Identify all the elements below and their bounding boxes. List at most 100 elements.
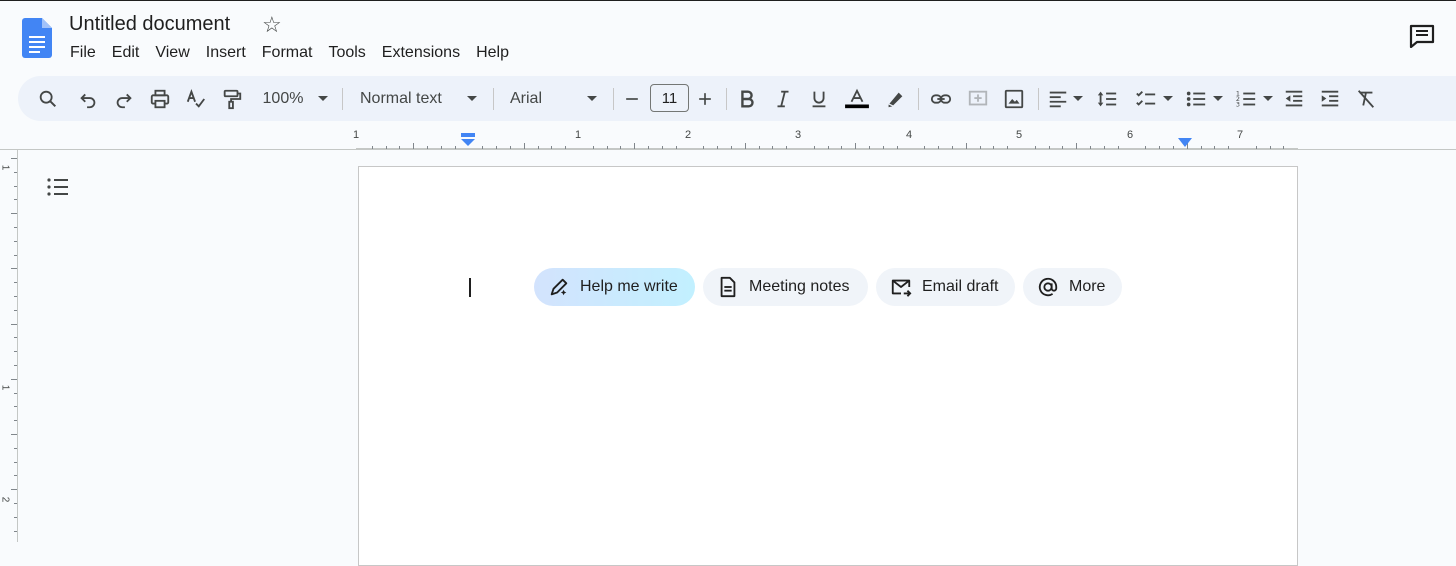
increase-font-size-icon[interactable] bbox=[695, 76, 715, 121]
left-indent-marker-icon[interactable] bbox=[461, 133, 475, 147]
toolbar-divider bbox=[918, 88, 919, 110]
vertical-ruler-label: 1 bbox=[0, 164, 11, 171]
vertical-ruler-tick bbox=[14, 185, 17, 187]
vertical-ruler-tick bbox=[11, 489, 17, 491]
window-top-border bbox=[0, 0, 1456, 1]
vertical-ruler-tick bbox=[14, 296, 17, 297]
bulleted-list-icon[interactable] bbox=[1184, 76, 1208, 121]
vertical-ruler-tick bbox=[14, 254, 17, 256]
vertical-ruler-tick bbox=[14, 461, 17, 463]
font-select[interactable]: Arial bbox=[510, 76, 570, 121]
align-dropdown-icon[interactable] bbox=[1072, 76, 1084, 121]
document-page[interactable] bbox=[358, 166, 1298, 566]
numbered-list-icon[interactable]: 123 bbox=[1234, 76, 1258, 121]
add-comment-icon[interactable] bbox=[966, 76, 990, 121]
ruler-label: 7 bbox=[1237, 129, 1244, 141]
ruler-label: 5 bbox=[1016, 129, 1023, 141]
vertical-ruler-label: 1 bbox=[0, 384, 11, 391]
numbered-list-dropdown-icon[interactable] bbox=[1262, 76, 1274, 121]
menu-view[interactable]: View bbox=[147, 42, 197, 64]
vertical-ruler-tick bbox=[11, 268, 17, 270]
star-icon[interactable]: ☆ bbox=[262, 12, 282, 38]
vertical-ruler-tick bbox=[14, 282, 17, 284]
ruler-label: 1 bbox=[353, 129, 360, 141]
email-send-icon bbox=[891, 279, 912, 297]
more-chip[interactable]: More bbox=[1023, 268, 1122, 306]
vertical-ruler-tick bbox=[11, 378, 17, 380]
font-dropdown-icon[interactable] bbox=[585, 76, 599, 121]
print-icon[interactable] bbox=[148, 76, 172, 121]
vertical-ruler-label: 2 bbox=[0, 496, 11, 503]
decrease-indent-icon[interactable] bbox=[1283, 76, 1305, 121]
bulleted-list-dropdown-icon[interactable] bbox=[1212, 76, 1224, 121]
ruler-label: 1 bbox=[575, 129, 582, 141]
vertical-ruler-tick bbox=[14, 240, 17, 242]
checklist-dropdown-icon[interactable] bbox=[1162, 76, 1174, 121]
horizontal-ruler[interactable]: 1 1 2 3 4 5 6 7 bbox=[353, 128, 1298, 150]
document-icon bbox=[720, 276, 736, 298]
undo-icon[interactable] bbox=[76, 76, 100, 121]
vertical-ruler-tick bbox=[14, 351, 17, 353]
svg-text:3: 3 bbox=[1236, 100, 1240, 108]
ruler-label: 6 bbox=[1127, 129, 1134, 141]
menu-format[interactable]: Format bbox=[254, 42, 321, 64]
email-draft-label: Email draft bbox=[922, 278, 999, 295]
document-outline-icon[interactable] bbox=[46, 176, 70, 198]
checklist-icon[interactable] bbox=[1134, 76, 1158, 121]
clear-formatting-icon[interactable] bbox=[1355, 76, 1377, 121]
vertical-ruler-tick bbox=[11, 434, 17, 435]
vertical-ruler-tick bbox=[14, 530, 17, 532]
style-select[interactable]: Normal text bbox=[360, 76, 452, 121]
insert-link-icon[interactable] bbox=[929, 76, 953, 121]
toolbar-divider bbox=[1038, 88, 1039, 110]
help-me-write-label: Help me write bbox=[580, 278, 678, 295]
zoom-select[interactable]: 100% bbox=[260, 76, 306, 121]
menu-file[interactable]: File bbox=[62, 42, 104, 64]
insert-image-icon[interactable] bbox=[1002, 76, 1026, 121]
menu-bar: File Edit View Insert Format Tools Exten… bbox=[62, 42, 517, 64]
highlight-color-icon[interactable] bbox=[884, 76, 906, 121]
vertical-ruler-tick bbox=[14, 227, 17, 228]
right-indent-marker-icon[interactable] bbox=[1178, 138, 1192, 147]
vertical-ruler-tick bbox=[14, 447, 17, 449]
vertical-ruler[interactable]: 1 1 2 bbox=[0, 150, 18, 542]
vertical-ruler-tick bbox=[11, 323, 17, 325]
text-cursor bbox=[469, 278, 471, 297]
style-dropdown-icon[interactable] bbox=[465, 76, 479, 121]
decrease-font-size-icon[interactable] bbox=[622, 76, 642, 121]
toolbar-divider bbox=[726, 88, 727, 110]
toolbar-divider bbox=[493, 88, 494, 110]
more-label: More bbox=[1069, 278, 1106, 295]
spellcheck-icon[interactable] bbox=[184, 76, 208, 121]
menu-edit[interactable]: Edit bbox=[104, 42, 148, 64]
menu-help[interactable]: Help bbox=[468, 42, 517, 64]
paint-format-icon[interactable] bbox=[220, 76, 244, 121]
menu-extensions[interactable]: Extensions bbox=[374, 42, 468, 64]
align-left-icon[interactable] bbox=[1047, 76, 1069, 121]
line-spacing-icon[interactable] bbox=[1096, 76, 1118, 121]
document-title[interactable]: Untitled document bbox=[69, 13, 230, 36]
email-draft-chip[interactable]: Email draft bbox=[876, 268, 1015, 306]
italic-icon[interactable] bbox=[772, 76, 794, 121]
search-menus-icon[interactable] bbox=[36, 76, 60, 121]
zoom-dropdown-icon[interactable] bbox=[316, 76, 330, 121]
bold-icon[interactable] bbox=[736, 76, 758, 121]
underline-icon[interactable] bbox=[808, 76, 830, 121]
vertical-ruler-tick bbox=[14, 337, 17, 339]
help-me-write-chip[interactable]: Help me write bbox=[534, 268, 695, 306]
meeting-notes-chip[interactable]: Meeting notes bbox=[703, 268, 868, 306]
vertical-ruler-tick bbox=[14, 199, 17, 201]
menu-insert[interactable]: Insert bbox=[198, 42, 254, 64]
font-size-input[interactable]: 11 bbox=[650, 84, 689, 112]
increase-indent-icon[interactable] bbox=[1319, 76, 1341, 121]
comments-icon[interactable] bbox=[1409, 24, 1435, 48]
text-color-icon[interactable] bbox=[843, 76, 871, 121]
docs-logo-icon[interactable] bbox=[22, 18, 52, 58]
vertical-ruler-tick bbox=[14, 406, 17, 408]
meeting-notes-label: Meeting notes bbox=[749, 278, 850, 295]
ruler-label: 3 bbox=[795, 129, 802, 141]
pencil-sparkle-icon bbox=[550, 278, 568, 296]
menu-tools[interactable]: Tools bbox=[320, 42, 373, 64]
vertical-ruler-tick bbox=[11, 213, 17, 215]
redo-icon[interactable] bbox=[112, 76, 136, 121]
